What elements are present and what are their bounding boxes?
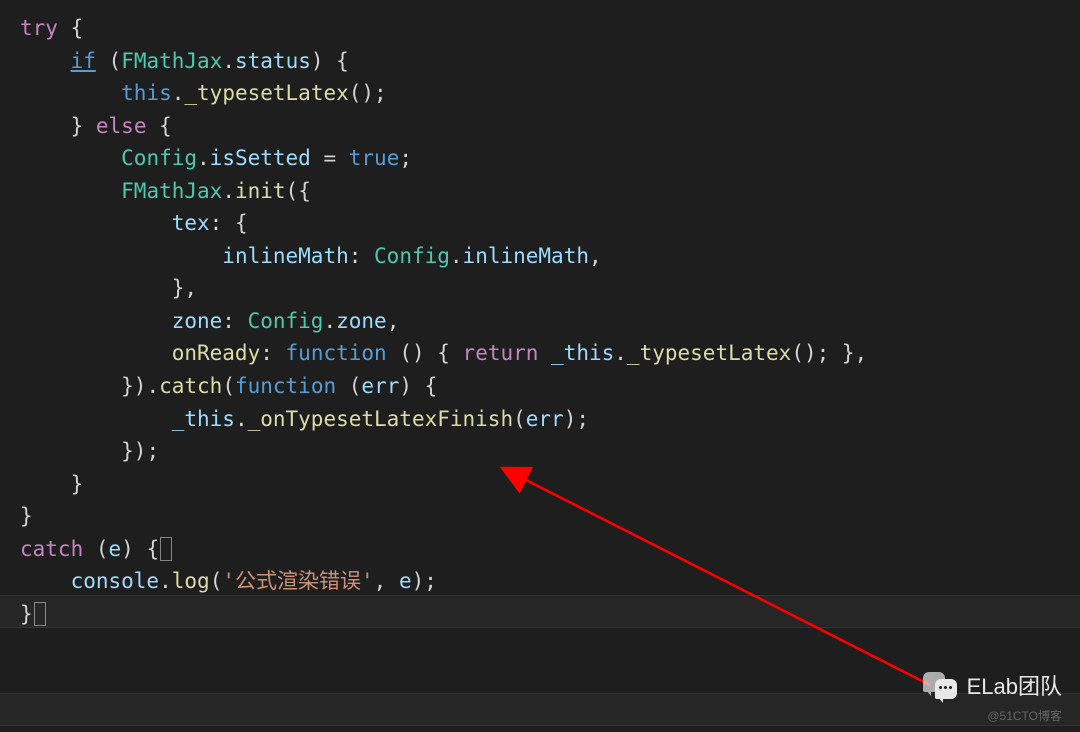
string-literal: '公式渲染错误' [222, 569, 373, 593]
watermark-text: ELab团队 [967, 670, 1062, 704]
keyword-catch: catch [20, 537, 83, 561]
keyword-try: try [20, 16, 58, 40]
keyword-return: return [463, 341, 539, 365]
fn-catch: catch [159, 374, 222, 398]
cursor [160, 537, 172, 561]
prop-issetted: isSetted [210, 146, 311, 170]
fn-init: init [235, 179, 286, 203]
class-fmathjax: FMathJax [121, 49, 222, 73]
fn-ontypesetlatexfinish: _onTypesetLatexFinish [248, 407, 514, 431]
prop-status: status [235, 49, 311, 73]
copyright-text: @51CTO博客 [987, 707, 1062, 726]
keyword-function: function [286, 341, 387, 365]
watermark: ELab团队 [923, 670, 1062, 704]
fn-typesetlatex: _typesetLatex [184, 81, 348, 105]
fn-log: log [172, 569, 210, 593]
param-e: e [109, 537, 122, 561]
prop-zone: zone [172, 309, 223, 333]
param-err: err [361, 374, 399, 398]
keyword-this: this [121, 81, 172, 105]
keyword-true: true [349, 146, 400, 170]
brace: { [71, 16, 84, 40]
class-config: Config [121, 146, 197, 170]
obj-console: console [71, 569, 160, 593]
keyword-else: else [96, 114, 147, 138]
wechat-icon [923, 672, 959, 702]
prop-inlinemath: inlineMath [222, 244, 348, 268]
prop-onready: onReady [172, 341, 261, 365]
var-this: _this [551, 341, 614, 365]
keyword-if: if [71, 49, 96, 73]
code-block: try { if (FMathJax.status) { this._types… [20, 12, 1060, 630]
prop-tex: tex [172, 211, 210, 235]
